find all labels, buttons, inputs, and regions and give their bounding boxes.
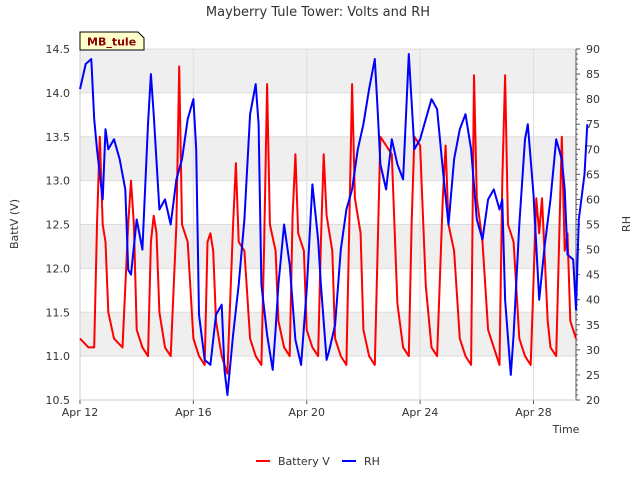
y-tick-label-right: 55 — [586, 219, 600, 232]
y-tick-label-right: 90 — [586, 43, 600, 56]
x-tick-label: Apr 12 — [62, 406, 99, 419]
y-axis-label-right: RH — [620, 216, 633, 232]
x-axis-label: Time — [552, 423, 580, 436]
y-axis-label-left: BattV (V) — [8, 199, 21, 249]
x-tick-label: Apr 16 — [175, 406, 212, 419]
y-tick-label-right: 80 — [586, 93, 600, 106]
plot-band — [80, 49, 576, 93]
y-tick-label-right: 60 — [586, 193, 600, 206]
x-tick-label: Apr 24 — [402, 406, 439, 419]
y-tick-label-right: 30 — [586, 344, 600, 357]
site-badge-label: MB_tule — [87, 36, 136, 49]
plot-band — [80, 312, 576, 357]
y-tick-label-right: 25 — [586, 369, 600, 382]
y-tick-label-right: 20 — [586, 394, 600, 407]
site-badge: MB_tule — [79, 31, 145, 51]
chart: Mayberry Tule Tower: Volts and RH 10.511… — [8, 5, 633, 468]
y-tick-label-left: 12.5 — [46, 219, 71, 232]
y-tick-label-right: 50 — [586, 244, 600, 257]
y-tick-label-right: 35 — [586, 319, 600, 332]
x-tick-label: Apr 20 — [288, 406, 325, 419]
y-tick-label-right: 40 — [586, 294, 600, 307]
y-tick-label-right: 70 — [586, 143, 600, 156]
legend-label-battery: Battery V — [278, 455, 330, 468]
chart-title: Mayberry Tule Tower: Volts and RH — [206, 5, 430, 20]
y-tick-label-left: 11.0 — [46, 350, 71, 363]
y-tick-label-left: 14.5 — [46, 43, 71, 56]
y-tick-label-left: 13.0 — [46, 175, 71, 188]
y-tick-label-right: 85 — [586, 68, 600, 81]
y-tick-label-left: 11.5 — [46, 306, 71, 319]
y-tick-label-right: 65 — [586, 168, 600, 181]
y-tick-label-right: 45 — [586, 269, 600, 282]
legend-label-rh: RH — [364, 455, 380, 468]
y-tick-label-left: 13.5 — [46, 131, 71, 144]
legend: Battery V RH — [256, 455, 380, 468]
y-tick-label-left: 14.0 — [46, 87, 71, 100]
x-tick-label: Apr 28 — [515, 406, 552, 419]
y-tick-label-left: 12.0 — [46, 262, 71, 275]
